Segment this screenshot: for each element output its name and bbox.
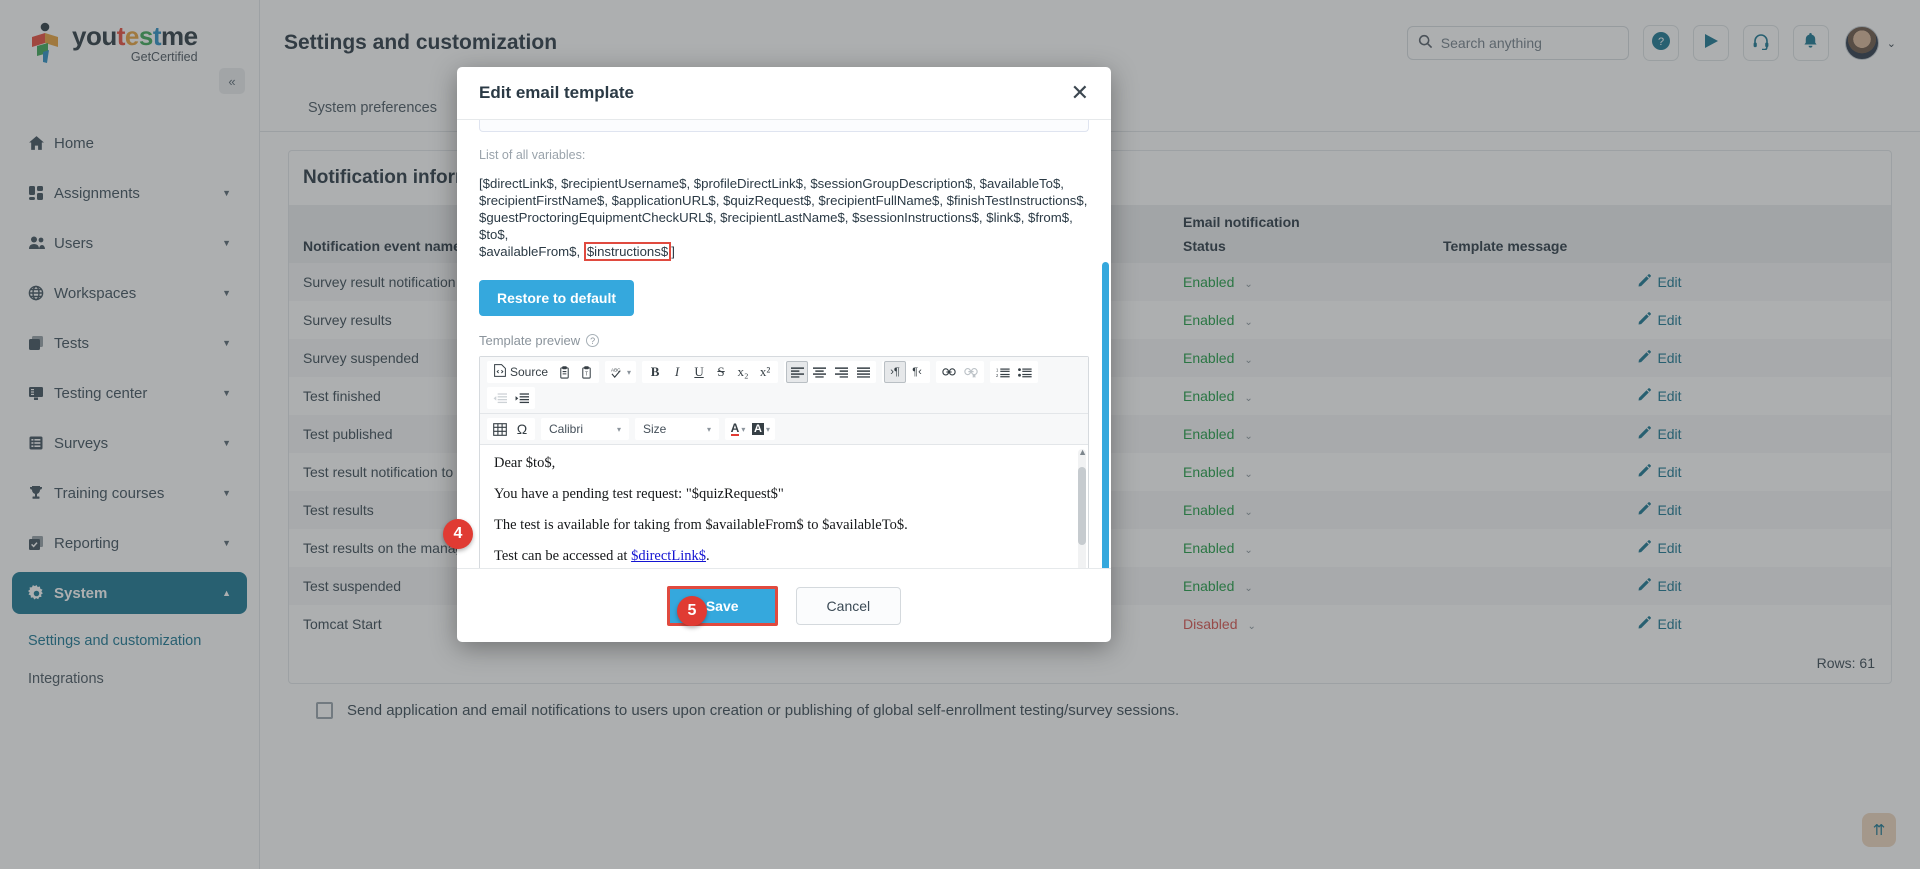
underline-button[interactable]: U	[688, 361, 710, 383]
toolbar-group-text-format: B I U S x₂ x²	[642, 361, 779, 384]
svg-text:2: 2	[996, 373, 999, 378]
numbered-list-button[interactable]: 12	[992, 361, 1014, 383]
font-size-value: Size	[643, 422, 667, 437]
variables-line-suffix: ]	[671, 243, 675, 259]
table-button[interactable]	[489, 418, 511, 440]
cancel-button[interactable]: Cancel	[795, 586, 902, 625]
indent-button[interactable]	[511, 387, 533, 409]
variables-list: [$directLink$, $recipientUsername$, $pro…	[479, 176, 1089, 261]
editor-toolbar-row-1: Source T ABC ▾ B I U S x₂ x² ›¶ ¶‹ 1 2	[480, 357, 1088, 415]
toolbar-group-source: Source T	[487, 361, 600, 384]
text-color-letter: A	[730, 420, 740, 436]
editor-line-suffix: .	[705, 548, 710, 565]
scroll-up-icon[interactable]: ▲	[1078, 447, 1087, 457]
editor-toolbar-row-2: Ω Calibri ▾ Size ▾ A ▾ A ▾	[480, 414, 1088, 446]
variables-label: List of all variables:	[479, 148, 586, 162]
editor-line-prefix: Test can be accessed at	[494, 548, 632, 565]
modal-scrollbar[interactable]	[1102, 262, 1109, 568]
toolbar-group-font-size: Size ▾	[635, 418, 719, 441]
close-icon[interactable]: ✕	[1071, 82, 1089, 104]
variables-line: [$directLink$, $recipientUsername$, $pro…	[479, 176, 1064, 191]
bg-color-letter: A	[752, 423, 764, 436]
toolbar-group-alignment	[784, 361, 877, 384]
template-preview-label: Template preview	[479, 333, 581, 349]
annotation-badge-4: 4	[443, 519, 473, 549]
align-left-button[interactable]	[786, 361, 809, 384]
bold-button[interactable]: B	[644, 361, 666, 383]
editor-line: You have a pending test request: "$quizR…	[494, 486, 784, 503]
ltr-button[interactable]: ›¶	[884, 361, 907, 384]
chevron-down-icon: ▾	[706, 424, 711, 434]
modal-footer: Save Cancel	[457, 568, 1111, 642]
app-root: youtestme GetCertified « Home Assignment…	[0, 0, 1920, 869]
instructions-variable-highlight: $instructions$	[583, 241, 672, 261]
source-icon	[494, 364, 506, 380]
source-button[interactable]: Source	[489, 361, 553, 383]
toolbar-group-spellcheck: ABC ▾	[605, 361, 637, 384]
toolbar-group-lists: 12	[990, 361, 1039, 384]
toolbar-group-indent	[487, 387, 535, 410]
variables-line: $guestProctoringEquipmentCheckURL$, $rec…	[479, 209, 1073, 242]
toolbar-group-colors: A ▾ A ▾	[725, 418, 775, 441]
template-preview-label-row: Template preview ?	[479, 333, 1089, 348]
align-right-button[interactable]	[830, 361, 852, 383]
font-size-select[interactable]: Size ▾	[637, 418, 717, 441]
modal-title: Edit email template	[479, 83, 634, 102]
superscript-button[interactable]: x²	[754, 361, 776, 383]
bg-color-button[interactable]: A ▾	[749, 418, 773, 440]
italic-button[interactable]: I	[666, 361, 688, 383]
link-button[interactable]	[938, 361, 960, 383]
special-char-button[interactable]: Ω	[511, 418, 533, 440]
rich-text-editor: Source T ABC ▾ B I U S x₂ x² ›¶ ¶‹ 1 2 Ω…	[479, 356, 1089, 568]
svg-text:1: 1	[996, 368, 999, 373]
svg-text:T: T	[584, 371, 587, 377]
editor-line: The test is available for taking from $a…	[494, 517, 908, 534]
editor-line-with-link: Test can be accessed at $directLink$.	[494, 548, 1074, 565]
subject-field-bottom-edge[interactable]	[479, 120, 1089, 132]
editor-line: Dear $to$,	[494, 455, 556, 472]
source-label: Source	[510, 365, 549, 380]
font-family-select[interactable]: Calibri ▾	[543, 418, 627, 441]
direct-link-variable[interactable]: $directLink$	[631, 548, 706, 564]
subscript-button[interactable]: x₂	[732, 361, 754, 383]
modal-body: List of all variables: [$directLink$, $r…	[457, 120, 1111, 568]
rtl-button[interactable]: ¶‹	[906, 361, 928, 383]
paste-text-button[interactable]: T	[575, 361, 597, 383]
align-justify-button[interactable]	[852, 361, 874, 383]
toolbar-group-font-family: Calibri ▾	[541, 418, 629, 441]
modal-header: Edit email template ✕	[457, 67, 1111, 120]
spellcheck-button[interactable]: ABC ▾	[607, 361, 634, 383]
restore-to-default-button[interactable]: Restore to default	[479, 280, 635, 317]
editor-scrollbar-thumb[interactable]	[1078, 467, 1086, 546]
font-family-value: Calibri	[549, 422, 584, 437]
variables-line-prefix: $availableFrom$,	[479, 243, 584, 259]
editor-content[interactable]: Dear $to$, You have a pending test reque…	[480, 445, 1088, 568]
text-color-button[interactable]: A ▾	[727, 418, 749, 440]
paste-button[interactable]	[553, 361, 575, 383]
toolbar-group-insert: Ω	[487, 418, 535, 441]
strikethrough-button[interactable]: S	[710, 361, 732, 383]
edit-email-template-modal: Edit email template ✕ List of all variab…	[457, 67, 1111, 642]
bulleted-list-button[interactable]	[1014, 361, 1036, 383]
variables-line: $recipientFirstName$, $applicationURL$, …	[479, 192, 1088, 208]
outdent-button[interactable]	[489, 387, 511, 409]
align-center-button[interactable]	[808, 361, 830, 383]
unlink-button[interactable]	[960, 361, 982, 383]
variables-line: $availableFrom$, $instructions$]	[479, 241, 1089, 261]
toolbar-group-direction: ›¶ ¶‹	[882, 361, 931, 384]
info-icon[interactable]: ?	[586, 334, 600, 348]
annotation-badge-5: 5	[677, 596, 707, 626]
toolbar-group-link	[936, 361, 985, 384]
chevron-down-icon: ▾	[616, 424, 621, 434]
